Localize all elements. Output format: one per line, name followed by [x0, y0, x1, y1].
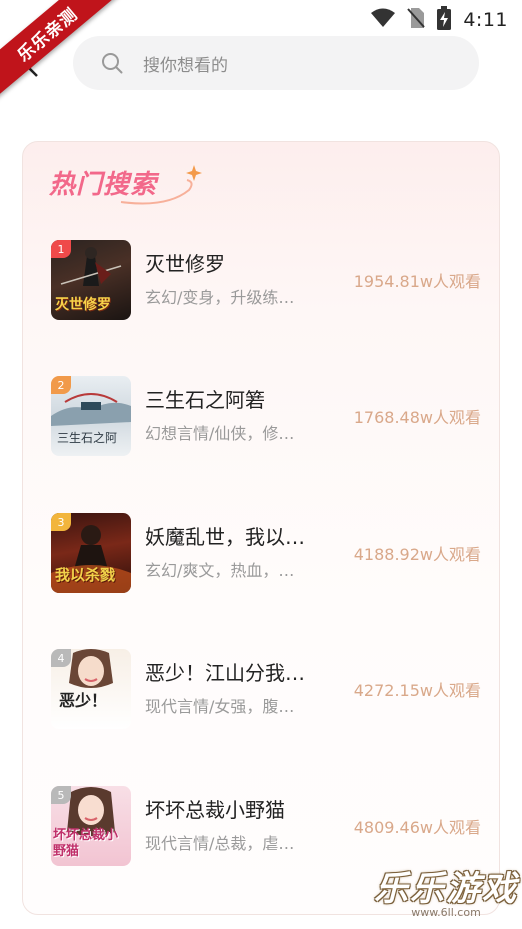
rank-badge: 5: [51, 786, 71, 804]
hot-search-title-text: 热门搜索: [49, 170, 158, 200]
book-cover[interactable]: 3 我以杀戮: [51, 513, 131, 593]
book-cover[interactable]: 2 三生石之阿: [51, 376, 131, 456]
list-item[interactable]: 5 坏坏总裁小野猫 坏坏总裁小野猫 现代言情/总裁，虐… 4809.46w人观看: [51, 786, 481, 866]
view-count: 1954.81w人观看: [353, 272, 481, 291]
cover-title: 恶少！: [59, 691, 108, 710]
list-item[interactable]: 4 恶少！ 恶少！江山分我… 现代言情/女强，腹… 4272.15w人观看: [51, 649, 481, 729]
view-count: 4809.46w人观看: [353, 818, 481, 837]
battery-charging-icon: [437, 6, 452, 34]
list-item[interactable]: 1 灭世修罗 灭世修罗 玄幻/变身，升级练… 1954.81w人观看: [51, 240, 481, 320]
book-tags: 现代言情/女强，腹…: [145, 697, 295, 716]
book-title[interactable]: 三生石之阿箬: [145, 384, 265, 413]
book-title[interactable]: 妖魔乱世，我以…: [145, 521, 305, 550]
search-placeholder: 搜你想看的: [143, 55, 228, 76]
rank-badge: 1: [51, 240, 71, 258]
book-title[interactable]: 灭世修罗: [145, 248, 225, 277]
book-title[interactable]: 坏坏总裁小野猫: [145, 794, 285, 823]
view-count: 4272.15w人观看: [353, 681, 481, 700]
book-title[interactable]: 恶少！江山分我…: [145, 657, 305, 686]
book-cover[interactable]: 4 恶少！: [51, 649, 131, 729]
view-count: 4188.92w人观看: [353, 545, 481, 564]
cover-title: 坏坏总裁小野猫: [53, 828, 119, 859]
status-time: 4:11: [463, 9, 508, 31]
list-item[interactable]: 2 三生石之阿 三生石之阿箬 幻想言情/仙侠，修… 1768.48w人观看: [51, 376, 481, 456]
book-tags: 现代言情/总裁，虐…: [145, 834, 295, 853]
hot-search-title: 热门搜索: [49, 164, 202, 206]
hot-search-card: 热门搜索 1 灭世修罗 灭世修罗 玄幻/变身，升级练… 1954.81w人观看 …: [22, 141, 500, 915]
search-icon: [102, 53, 123, 74]
book-tags: 玄幻/爽文，热血，…: [145, 561, 295, 580]
watermark-logo-text: 乐乐游戏: [374, 869, 518, 909]
rank-badge: 2: [51, 376, 71, 394]
view-count: 1768.48w人观看: [353, 408, 481, 427]
cover-title: 灭世修罗: [55, 297, 111, 313]
book-tags: 玄幻/变身，升级练…: [145, 288, 295, 307]
no-sim-icon: [407, 7, 426, 33]
rank-badge: 3: [51, 513, 71, 531]
search-input[interactable]: 搜你想看的: [73, 36, 479, 90]
book-tags: 幻想言情/仙侠，修…: [145, 424, 295, 443]
cover-title: 三生石之阿: [57, 431, 118, 445]
rank-badge: 4: [51, 649, 71, 667]
book-cover[interactable]: 5 坏坏总裁小野猫: [51, 786, 131, 866]
site-watermark: 乐乐游戏 www.6ll.com: [374, 861, 518, 919]
cover-title: 我以杀戮: [55, 566, 116, 584]
book-cover[interactable]: 1 灭世修罗: [51, 240, 131, 320]
status-icons: 4:11: [371, 6, 508, 34]
wifi-icon: [371, 8, 396, 32]
list-item[interactable]: 3 我以杀戮 妖魔乱世，我以… 玄幻/爽文，热血，… 4188.92w人观看: [51, 513, 481, 593]
